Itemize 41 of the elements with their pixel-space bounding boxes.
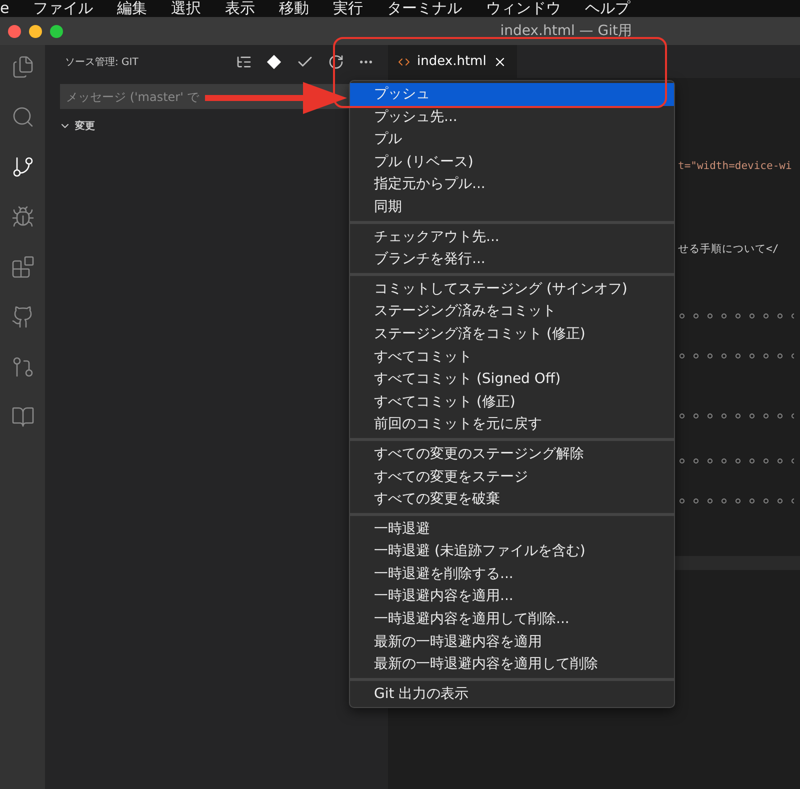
menu-item[interactable]: 同期 <box>350 196 674 219</box>
menu-item[interactable]: 一時退避 <box>350 518 674 540</box>
menu-item[interactable]: 最新の一時退避内容を適用 <box>350 630 674 654</box>
window-title: index.html — Git用 <box>500 22 632 40</box>
menu-item[interactable]: 一時退避内容を適用... <box>350 585 674 608</box>
menu-item[interactable]: 一時退避内容を適用して削除... <box>350 608 674 631</box>
code-line: t="width=device-wi <box>678 159 793 173</box>
menu-bar-item[interactable]: ヘルプ <box>585 0 642 17</box>
menu-item[interactable]: 最新の一時退避内容を適用して削除 <box>350 653 674 676</box>
menu-bar-item[interactable]: ターミナル <box>387 0 474 17</box>
menu-item[interactable]: チェックアウト先... <box>350 226 674 248</box>
menu-item[interactable]: すべての変更を破棄 <box>350 488 674 511</box>
menu-bar-item[interactable]: 移動 <box>279 0 322 17</box>
menu-item[interactable]: 前回のコミットを元に戻す <box>350 413 674 436</box>
menu-bar-item[interactable]: ウィンドウ <box>486 0 574 17</box>
menu-bar-item[interactable]: 編集 <box>117 0 160 17</box>
menu-item[interactable]: 一時退避を削除する... <box>350 562 674 586</box>
menu-bar-item[interactable]: e <box>0 0 22 17</box>
menu-item[interactable]: ステージング済をコミット (修正) <box>350 322 674 346</box>
menu-item[interactable]: すべてコミット (Signed Off) <box>350 368 674 391</box>
menu-bar-item[interactable]: 実行 <box>333 0 376 17</box>
menu-item[interactable]: すべてコミット <box>350 346 674 368</box>
menu-bar-item[interactable]: 選択 <box>171 0 214 17</box>
menu-item[interactable]: すべての変更のステージング解除 <box>350 442 674 466</box>
menu-item[interactable]: ブランチを発行... <box>350 248 674 271</box>
menu-item[interactable]: すべてコミット (修正) <box>350 390 674 414</box>
menu-item[interactable]: プル <box>350 128 674 151</box>
menu-item[interactable]: Git 出力の表示 <box>350 682 674 706</box>
menu-bar-item[interactable]: 表示 <box>225 0 268 17</box>
menu-item[interactable]: コミットしてステージング (サインオフ) <box>350 278 674 300</box>
menu-item[interactable]: プル (リベース) <box>350 150 674 174</box>
menu-bar-item[interactable]: ファイル <box>33 0 106 17</box>
menu-item[interactable]: すべての変更をステージ <box>350 466 674 488</box>
editor-tab[interactable]: index.html <box>388 45 518 78</box>
section-label[interactable]: 変更 <box>75 119 95 133</box>
menu-item[interactable]: ステージング済みをコミット <box>350 300 674 323</box>
menu-item[interactable]: 指定元からプル... <box>350 173 674 196</box>
code-line: せる手順について</ <box>678 242 780 256</box>
sidebar-title: ソース管理: GIT <box>65 56 140 68</box>
menu-item[interactable]: 一時退避 (未追跡ファイルを含む) <box>350 540 674 563</box>
menu-item[interactable]: プッシュ <box>350 83 674 106</box>
